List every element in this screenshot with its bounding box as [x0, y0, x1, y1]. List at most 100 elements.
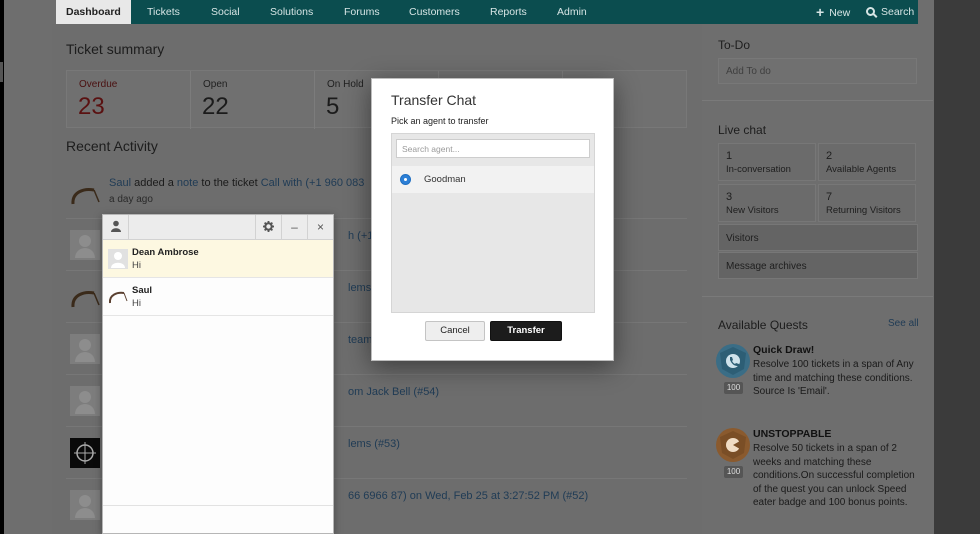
stat-value: 22 [202, 93, 229, 120]
quest-count: 100 [724, 466, 743, 478]
avatar [108, 249, 128, 269]
avatar [70, 334, 100, 364]
settings-button[interactable] [255, 215, 281, 240]
tab-solutions[interactable]: Solutions [270, 0, 313, 24]
avatar [70, 386, 100, 416]
search-button[interactable]: Search [866, 0, 914, 24]
conversation-name: Dean Ambrose [132, 247, 199, 258]
plus-icon: + [816, 4, 825, 20]
agent-name: Goodman [424, 174, 466, 185]
live-chat-title: Live chat [718, 123, 767, 137]
stat-label: On Hold [327, 79, 364, 90]
crosshair-icon [74, 442, 96, 464]
agent-option[interactable]: Goodman [392, 166, 594, 193]
activity-text: Saul added a note to the ticket Call wit… [109, 177, 364, 189]
stat-count: 2 [826, 150, 833, 162]
search-agent-input[interactable]: Search agent... [396, 139, 590, 158]
avatar [70, 490, 100, 520]
add-todo-input[interactable]: Add To do [718, 58, 917, 84]
stat-in-conversation[interactable]: 1 In-conversation [718, 143, 816, 181]
message-archives-link[interactable]: Message archives [718, 252, 918, 279]
stat-value: 23 [78, 93, 105, 120]
note-link[interactable]: note [177, 177, 198, 189]
activity-time: a day ago [109, 194, 153, 205]
quest-badge-icon [716, 428, 750, 462]
top-nav: Dashboard Tickets Social Solutions Forum… [56, 0, 918, 24]
quest-badge-icon [716, 344, 750, 378]
stat-new-visitors[interactable]: 3 New Visitors [718, 184, 816, 222]
see-all-link[interactable]: See all [888, 318, 919, 329]
stat-label: Available Agents [826, 164, 897, 175]
tab-social[interactable]: Social [211, 0, 240, 24]
user-icon [110, 220, 121, 232]
ticket-link[interactable]: 66 6966 87) on Wed, Feb 25 at 3:27:52 PM… [348, 490, 588, 502]
stat-label: In-conversation [726, 164, 791, 175]
todo-title: To-Do [718, 38, 751, 52]
tab-tickets[interactable]: Tickets [147, 0, 180, 24]
radio-selected-icon[interactable] [400, 174, 411, 185]
quest-card[interactable]: 100 UNSTOPPABLE Resolve 50 tickets in a … [716, 428, 921, 524]
modal-subtitle: Pick an agent to transfer [391, 116, 489, 126]
agent-status-button[interactable] [103, 215, 129, 240]
saul-avatar [70, 283, 100, 313]
divider [702, 296, 933, 297]
cancel-button[interactable]: Cancel [425, 321, 485, 341]
stat-returning-visitors[interactable]: 7 Returning Visitors [818, 184, 916, 222]
ticket-link[interactable]: om Jack Bell (#54) [348, 386, 439, 398]
avatar [70, 438, 100, 468]
conversation-item[interactable]: Dean Ambrose Hi [103, 240, 333, 278]
activity-verb: added a [134, 177, 174, 189]
right-sidebar: To-Do Add To do Live chat 1 In-conversat… [702, 24, 933, 534]
stat-label: Returning Visitors [826, 205, 901, 216]
tab-customers[interactable]: Customers [409, 0, 460, 24]
quest-card[interactable]: 100 Quick Draw! Resolve 100 tickets in a… [716, 344, 921, 424]
saul-avatar [70, 180, 100, 210]
agent-list-panel: Search agent... Goodman [391, 133, 595, 313]
activity-text: lems (#53) [348, 438, 400, 450]
activity-verb: to the ticket [201, 177, 258, 189]
stat-label: New Visitors [726, 205, 779, 216]
quest-name: Quick Draw! [753, 344, 815, 356]
tab-forums[interactable]: Forums [344, 0, 380, 24]
quest-count: 100 [724, 382, 743, 394]
app-window: Dashboard Tickets Social Solutions Forum… [0, 0, 980, 534]
actor-link[interactable]: Saul [109, 177, 131, 189]
close-button[interactable]: × [307, 215, 333, 240]
transfer-chat-modal: Transfer Chat Pick an agent to transfer … [371, 78, 614, 361]
chat-widget: – × Dean Ambrose Hi Saul Hi [102, 214, 334, 534]
stat-available-agents[interactable]: 2 Available Agents [818, 143, 916, 181]
quest-description: Resolve 100 tickets in a span of Any tim… [753, 359, 914, 397]
edge-marker [0, 62, 3, 82]
ticket-link[interactable]: Call with (+1 960 083 [261, 177, 365, 189]
stat-open[interactable]: Open 22 [191, 71, 315, 129]
new-button[interactable]: + New [816, 0, 850, 24]
gear-icon [263, 221, 274, 232]
conversation-item[interactable]: Saul Hi [103, 278, 333, 316]
modal-title: Transfer Chat [391, 92, 477, 108]
quest-description: Resolve 50 tickets in a span of 2 weeks … [753, 443, 915, 508]
avatar [70, 230, 100, 260]
stat-label: Overdue [79, 79, 118, 90]
tab-reports[interactable]: Reports [490, 0, 527, 24]
stat-overdue[interactable]: Overdue 23 [67, 71, 191, 129]
recent-activity-title: Recent Activity [66, 138, 158, 154]
visitors-link[interactable]: Visitors [718, 224, 918, 251]
new-label: New [829, 7, 851, 19]
minimize-button[interactable]: – [281, 215, 307, 240]
search-icon [866, 7, 875, 16]
ticket-link[interactable]: lems (#53) [348, 438, 400, 450]
chat-widget-header: – × [103, 215, 333, 240]
close-icon: × [316, 220, 324, 234]
stat-count: 7 [826, 191, 833, 203]
tab-dashboard[interactable]: Dashboard [56, 0, 131, 24]
stat-value: 5 [326, 93, 340, 120]
stat-count: 1 [726, 150, 733, 162]
conversation-message: Hi [132, 260, 141, 271]
chat-input-divider [103, 505, 333, 506]
stat-count: 3 [726, 191, 733, 203]
tab-admin[interactable]: Admin [557, 0, 587, 24]
transfer-button[interactable]: Transfer [490, 321, 562, 341]
ticket-summary-title: Ticket summary [66, 41, 165, 57]
right-gutter [934, 0, 980, 534]
activity-text: om Jack Bell (#54) [348, 386, 439, 398]
